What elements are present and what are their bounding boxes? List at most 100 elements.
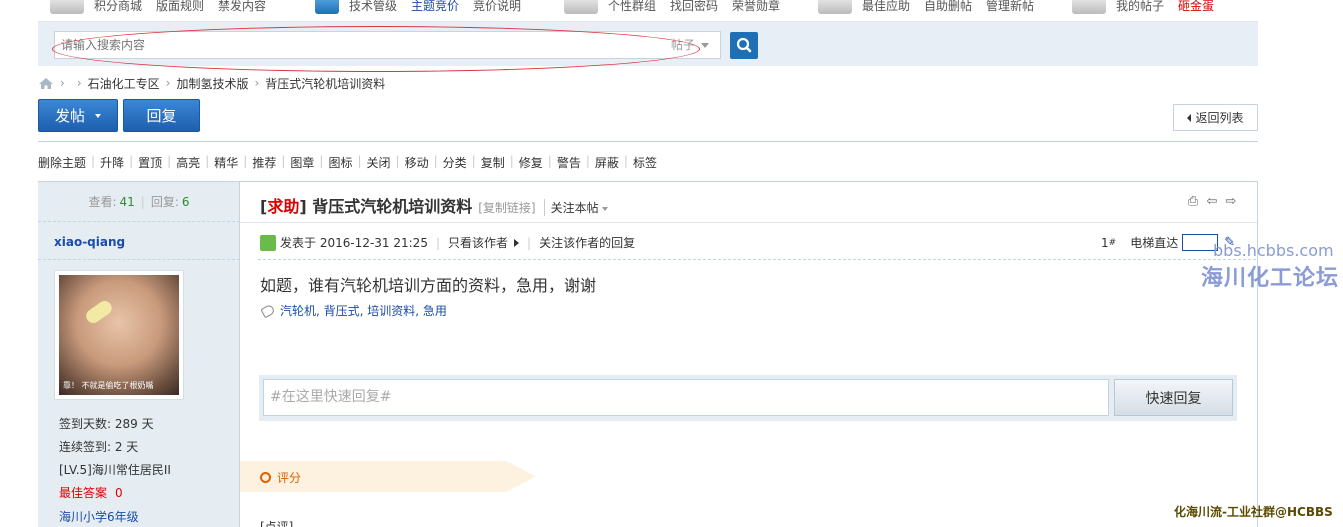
mod-action[interactable]: 删除主题 <box>38 154 86 171</box>
avatar-bandage <box>83 298 115 326</box>
meta-separator: | <box>527 235 532 250</box>
thread-stats: 查看: 41 | 回复: 6 <box>38 182 240 222</box>
floor-mark: # <box>1108 237 1117 248</box>
breadcrumb-separator: › <box>165 76 171 90</box>
rating-header[interactable]: 评分 <box>260 469 301 486</box>
mod-action[interactable]: 分类 <box>443 154 467 171</box>
follow-author-replies-link[interactable]: 关注该作者的回复 <box>539 234 635 251</box>
reply-label: 回复 <box>146 107 177 125</box>
nav-link[interactable]: 荣誉勋章 <box>732 0 780 14</box>
tags-list[interactable]: 汽轮机, 背压式, 培训资料, 急用 <box>280 302 447 319</box>
best-answer-value: 0 <box>115 486 123 500</box>
replies-label: 回复: <box>150 195 179 209</box>
breadcrumb-separator: › <box>254 76 260 90</box>
mod-action[interactable]: 升降 <box>100 154 124 171</box>
print-icon[interactable]: ⎙ <box>1186 195 1200 209</box>
back-to-list-button[interactable]: 返回列表 <box>1173 104 1258 131</box>
group-icon <box>564 0 598 14</box>
nav-group-4: 最佳应助 自助删帖 管理新帖 <box>818 0 1048 16</box>
mod-action[interactable]: 警告 <box>557 154 581 171</box>
floor-number: 1 <box>1101 235 1109 250</box>
only-author-link[interactable]: 只看该作者 <box>448 234 508 251</box>
thread-title: [求助] 背压式汽轮机培训资料 [复制链接] 关注本帖 <box>260 193 608 217</box>
mod-action[interactable]: 复制 <box>481 154 505 171</box>
mod-action[interactable]: 关闭 <box>367 154 391 171</box>
breadcrumb-item[interactable]: 背压式汽轮机培训资料 <box>265 75 385 92</box>
avatar[interactable]: 靠！ 不就是偷吃了根奶嘴 <box>54 270 184 400</box>
nav-link[interactable]: 管理新帖 <box>986 0 1034 14</box>
nav-link[interactable]: 竞价说明 <box>473 0 521 14</box>
home-icon[interactable] <box>38 77 54 90</box>
search-input[interactable] <box>54 31 664 59</box>
copy-link[interactable]: [复制链接] <box>478 199 535 216</box>
mod-action[interactable]: 精华 <box>214 154 238 171</box>
new-post-button[interactable]: 发帖 <box>38 99 118 132</box>
mod-action[interactable]: 置顶 <box>138 154 162 171</box>
mod-action[interactable]: 标签 <box>633 154 657 171</box>
nav-link[interactable]: 砸金蛋 <box>1178 0 1214 14</box>
follow-thread-button[interactable]: 关注本帖 <box>543 199 608 216</box>
signin-days: 签到天数: 289 天 <box>59 417 154 431</box>
partial-text: [点评] ... ... ... <box>260 520 340 527</box>
new-post-label: 发帖 <box>54 107 85 125</box>
nav-group-5: 我的帖子 砸金蛋 <box>1072 0 1228 16</box>
thread-type-tag[interactable]: 求助 <box>267 193 299 217</box>
nav-link[interactable]: 禁发内容 <box>218 0 266 14</box>
reply-button[interactable]: 回复 <box>123 99 200 132</box>
mod-action[interactable]: 修复 <box>519 154 543 171</box>
watermark-bottom: 化海川流-工业社群@HCBBS <box>1174 505 1333 519</box>
nav-link[interactable]: 个性群组 <box>608 0 656 14</box>
moderation-bar: 删除主题 | 升降 | 置顶 | 高亮 | 精华 | 推荐 | 图章 | 图标 | 关闭 | 移动 | 分类 | 复制 | 修复… <box>38 154 657 171</box>
mod-separator: | <box>91 154 96 168</box>
mod-separator: | <box>433 154 438 168</box>
nav-link[interactable]: 我的帖子 <box>1116 0 1164 14</box>
mod-action[interactable]: 移动 <box>405 154 429 171</box>
watermark-name: 海川化工论坛 <box>1201 266 1340 291</box>
avatar-image: 靠！ 不就是偷吃了根奶嘴 <box>59 275 179 395</box>
title-bracket: [ <box>260 197 268 216</box>
nav-link[interactable]: 自助删帖 <box>924 0 972 14</box>
nav-link[interactable]: 主题竞价 <box>411 0 459 14</box>
user-grade[interactable]: 海川小学6年级 <box>59 508 139 525</box>
quick-reply: #在这里快速回复# 快速回复 <box>259 375 1237 421</box>
thread-title-text: 背压式汽轮机培训资料 <box>312 197 473 216</box>
mod-action[interactable]: 图章 <box>290 154 314 171</box>
divider <box>258 259 1256 260</box>
replies-count: 6 <box>181 194 190 209</box>
views-count: 41 <box>119 194 135 209</box>
search-type-select[interactable]: 帖子 <box>661 31 721 59</box>
breadcrumb-separator: › <box>60 76 65 90</box>
breadcrumb-item[interactable]: 加制氢技术版 <box>176 75 248 92</box>
post-icon <box>1072 0 1106 14</box>
post-time: 发表于 2016-12-31 21:25 <box>280 236 428 250</box>
quick-reply-button[interactable]: 快速回复 <box>1114 379 1233 416</box>
search-button[interactable] <box>730 32 758 59</box>
search-type-label: 帖子 <box>671 38 696 52</box>
mod-action[interactable]: 图标 <box>328 154 352 171</box>
next-thread-icon[interactable]: ⇨ <box>1224 195 1238 209</box>
user-level[interactable]: [LV.5]海川常住居民II <box>59 461 171 478</box>
nav-link[interactable]: 最佳应助 <box>862 0 910 14</box>
mod-action[interactable]: 推荐 <box>252 154 276 171</box>
breadcrumb-item[interactable]: 石油化工专区 <box>88 75 160 92</box>
mod-separator: | <box>167 154 172 168</box>
title-bracket: ] <box>299 197 313 216</box>
mod-separator: | <box>205 154 210 168</box>
nav-link[interactable]: 积分商城 <box>94 0 142 14</box>
nav-group-2: 技术管级 主题竞价 竞价说明 <box>315 0 535 16</box>
mod-separator: | <box>243 154 248 168</box>
best-answer-label: 最佳答案 <box>59 486 108 500</box>
mod-action[interactable]: 高亮 <box>176 154 200 171</box>
nav-link[interactable]: 找回密码 <box>670 0 718 14</box>
mod-action[interactable]: 屏蔽 <box>595 154 619 171</box>
rating-icon <box>260 472 271 483</box>
author-username[interactable]: xiao-qiang <box>54 235 125 249</box>
chevron-down-icon <box>601 206 608 211</box>
divider <box>38 141 1258 142</box>
prev-thread-icon[interactable]: ⇦ <box>1205 195 1219 209</box>
nav-link[interactable]: 版面规则 <box>156 0 204 14</box>
nav-link[interactable]: 技术管级 <box>349 0 397 14</box>
award-icon <box>818 0 852 14</box>
nav-group-1: 积分商城 版面规则 禁发内容 <box>50 0 280 16</box>
quick-reply-input[interactable]: #在这里快速回复# <box>263 379 1109 416</box>
